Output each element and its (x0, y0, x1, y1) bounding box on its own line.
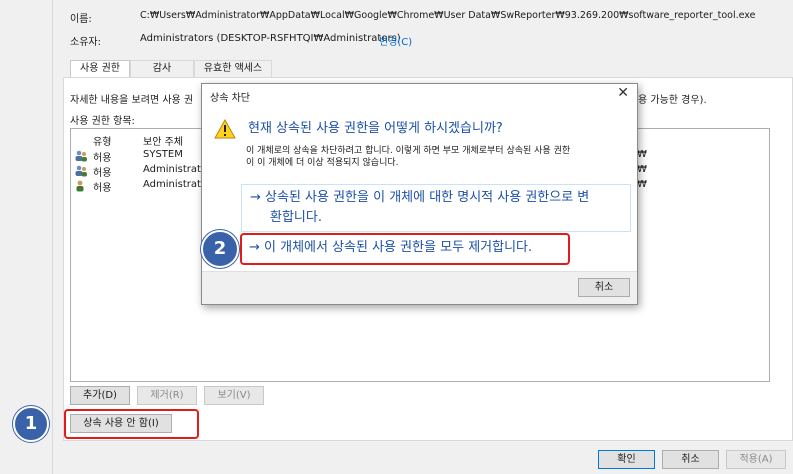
row-principal: Administrato (143, 164, 208, 175)
dialog-description: 이 개체로의 상속을 차단하려고 합니다. 이렇게 하면 부모 개체로부터 상속… (246, 145, 570, 169)
owner-value: Administrators (DESKTOP-RSFHTQI₩Administ… (140, 33, 401, 44)
change-owner-link[interactable]: 변경(C) (379, 33, 412, 48)
block-inheritance-dialog: 상속 차단 ✕ 현재 상속된 사용 권한을 어떻게 하시겠습니까? 이 개체로의… (201, 83, 638, 305)
row-principal: SYSTEM (143, 149, 183, 160)
close-icon[interactable]: ✕ (617, 85, 629, 101)
row-tail: ₩ (637, 179, 647, 190)
description-line: 이 이 개체에 더 이상 적용되지 않습니다. (246, 158, 399, 168)
users-icon (75, 150, 87, 162)
convert-permissions-option[interactable]: → 상속된 사용 권한을 이 개체에 대한 명시적 사용 권한으로 변 환합니다… (241, 184, 631, 232)
row-type: 허용 (93, 183, 112, 194)
description-line: 이 개체로의 상속을 차단하려고 합니다. 이렇게 하면 부모 개체로부터 상속… (246, 146, 571, 156)
apply-button[interactable]: 적용(A) (726, 450, 786, 469)
row-principal: Administrato (143, 179, 208, 190)
row-tail: ₩ (637, 149, 647, 160)
dialog-heading: 현재 상속된 사용 권한을 어떻게 하시겠습니까? (248, 121, 503, 136)
row-type: 허용 (93, 168, 112, 179)
option-text-line: → 상속된 사용 권한을 이 개체에 대한 명시적 사용 권한으로 변 (250, 190, 590, 205)
user-icon (76, 180, 84, 192)
highlight-box-step2 (240, 233, 570, 265)
step-marker-1: 1 (13, 406, 49, 442)
tab-effective-access[interactable]: 유효한 액세스 (194, 60, 272, 78)
owner-label: 소유자: (70, 37, 101, 48)
left-panel-edge (0, 0, 53, 474)
row-tail: ₩ (637, 164, 647, 175)
dialog-cancel-button[interactable]: 취소 (578, 278, 630, 297)
highlight-box-step1 (64, 409, 199, 439)
name-label: 이름: (70, 14, 92, 25)
info-text-tail: 용 가능한 경우). (638, 95, 707, 106)
row-type: 허용 (93, 153, 112, 164)
name-value: C:₩Users₩Administrator₩AppData₩Local₩Goo… (140, 10, 756, 21)
dialog-title: 상속 차단 (210, 93, 250, 104)
dialog-footer: 취소 (202, 271, 637, 304)
warning-icon (214, 119, 236, 139)
permission-entries-label: 사용 권한 항목: (70, 116, 135, 127)
view-button[interactable]: 보기(V) (204, 386, 264, 405)
add-button[interactable]: 추가(D) (70, 386, 130, 405)
remove-button[interactable]: 제거(R) (137, 386, 197, 405)
tab-auditing[interactable]: 감사 (130, 60, 194, 78)
option-text-line: 환합니다. (270, 210, 322, 225)
step-marker-2: 2 (201, 230, 239, 268)
info-text: 자세한 내용을 보려면 사용 권 (70, 95, 194, 106)
cancel-button[interactable]: 취소 (662, 450, 719, 469)
column-type[interactable]: 유형 (93, 133, 111, 148)
ok-button[interactable]: 확인 (598, 450, 655, 469)
users-icon (75, 165, 87, 177)
column-principal[interactable]: 보안 주체 (143, 133, 183, 148)
